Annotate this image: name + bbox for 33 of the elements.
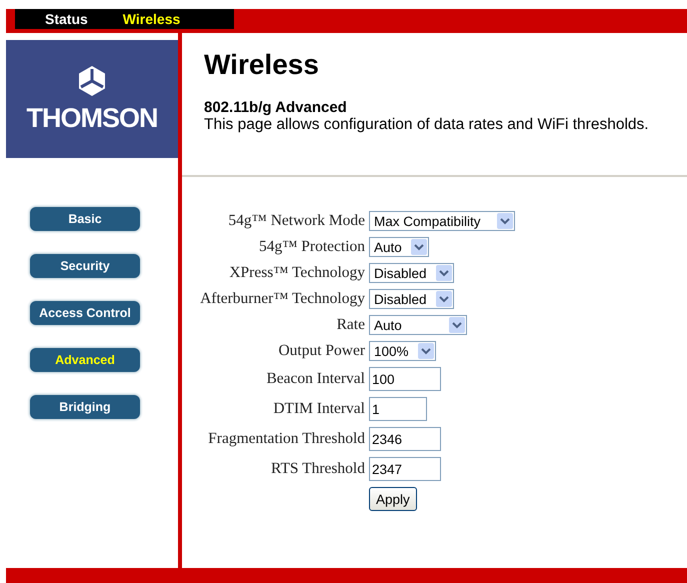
top-tab[interactable]: Wireless bbox=[122, 11, 180, 27]
input-field[interactable]: 2347 bbox=[369, 457, 441, 481]
dropdown[interactable]: Disabled bbox=[369, 289, 454, 309]
field-label: DTIM Interval bbox=[273, 400, 365, 418]
logo-icon bbox=[77, 64, 107, 96]
page-description: This page allows configuration of data rates and WiFi thresholds. bbox=[204, 116, 650, 134]
input-field[interactable]: 2346 bbox=[369, 427, 441, 451]
nav-button[interactable]: Security bbox=[30, 254, 140, 278]
nav-button[interactable]: Advanced bbox=[30, 348, 140, 372]
field-label: RTS Threshold bbox=[271, 460, 365, 478]
page-title: Wireless bbox=[204, 49, 320, 81]
dropdown[interactable]: Disabled bbox=[369, 263, 454, 283]
dropdown[interactable]: Max Compatibility bbox=[369, 211, 515, 231]
nav-button[interactable]: Basic bbox=[30, 207, 140, 231]
field-label: Afterburner™ Technology bbox=[200, 290, 365, 308]
field-label: 54g™ Network Mode bbox=[228, 212, 365, 230]
field-label: Output Power bbox=[278, 342, 365, 360]
nav-button[interactable]: Access Control bbox=[30, 301, 140, 325]
dropdown[interactable]: Auto bbox=[369, 237, 429, 257]
top-tab[interactable]: Status bbox=[45, 11, 88, 27]
input-field[interactable]: 100 bbox=[369, 367, 441, 391]
dropdown[interactable]: 100% bbox=[369, 341, 436, 361]
nav-button[interactable]: Bridging bbox=[30, 395, 140, 419]
section-title: 802.11b/g Advanced bbox=[204, 99, 348, 116]
field-label: Beacon Interval bbox=[266, 370, 365, 388]
apply-button[interactable]: Apply bbox=[369, 487, 417, 511]
dropdown[interactable]: Auto bbox=[369, 315, 467, 335]
field-label: XPress™ Technology bbox=[229, 264, 365, 282]
field-label: Fragmentation Threshold bbox=[208, 430, 365, 448]
input-field[interactable]: 1 bbox=[369, 397, 427, 421]
field-label: Rate bbox=[336, 316, 365, 334]
logo-text: THOMSON bbox=[26, 102, 158, 134]
field-label: 54g™ Protection bbox=[258, 238, 365, 256]
